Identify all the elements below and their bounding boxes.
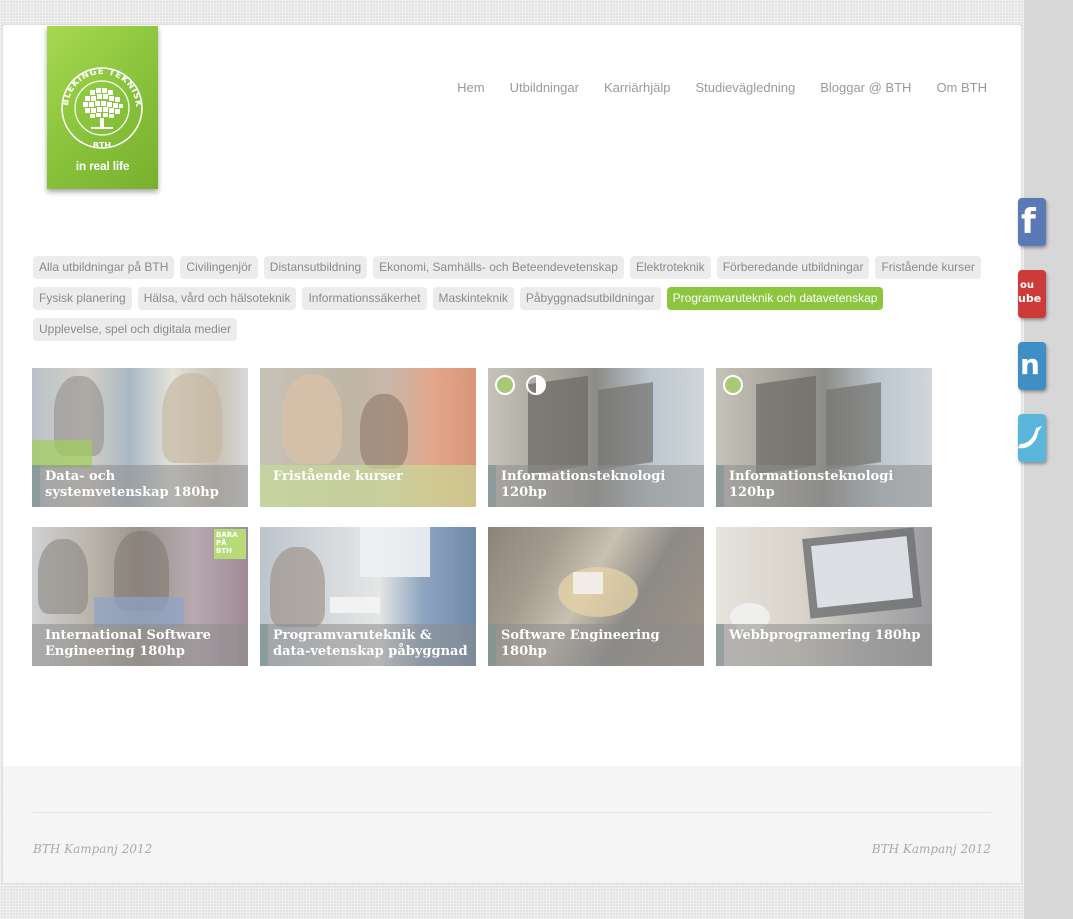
filter-tag-fristaende[interactable]: Fristående kurser <box>875 256 981 279</box>
nav-bloggar[interactable]: Bloggar @ BTH <box>820 80 911 95</box>
program-title: International Software Engineering 180hp <box>32 624 248 666</box>
nav-utbildningar[interactable]: Utbildningar <box>510 80 579 95</box>
footer-left-text: BTH Kampanj 2012 <box>33 842 153 856</box>
person-shape <box>282 374 342 464</box>
filter-tags: Alla utbildningar på BTH Civilingenjör D… <box>33 256 1013 349</box>
facebook-icon[interactable]: f <box>1018 198 1046 246</box>
bara-pa-bth-badge: BARA PÅ BTH <box>214 529 246 559</box>
filter-tag-upplevelse[interactable]: Upplevelse, spel och digitala medier <box>33 318 238 341</box>
monitor-shape <box>598 382 653 470</box>
svg-text:BLEKINGE TEKNISKA HÖGSKOLA: BLEKINGE TEKNISKA HÖGSKOLA <box>47 26 143 108</box>
program-title: Informationsteknologi 120hp <box>716 465 932 507</box>
program-title: Informationsteknologi 120hp <box>488 465 704 507</box>
monitor-shape <box>756 375 816 475</box>
nav-studievagledning[interactable]: Studievägledning <box>695 80 795 95</box>
person-shape <box>162 373 222 463</box>
filter-tag-informationssakerhet[interactable]: Informationssäkerhet <box>302 287 427 310</box>
program-tile[interactable]: Data- och systemvetenskap 180hp <box>32 368 248 507</box>
program-title: Software Engineering 180hp <box>488 624 704 666</box>
program-tile[interactable]: Fristående kurser <box>260 368 476 507</box>
program-tile[interactable]: Webbprogramering 180hp <box>716 527 932 666</box>
laptop-shape <box>94 597 184 627</box>
program-title: Fristående kurser <box>260 465 476 507</box>
program-tile[interactable]: Software Engineering 180hp <box>488 527 704 666</box>
filter-tag-civilingenjor[interactable]: Civilingenjör <box>180 256 258 279</box>
twitter-icon[interactable] <box>1018 414 1046 462</box>
main-nav: Hem Utbildningar Karriärhjälp Studievägl… <box>432 80 987 95</box>
filter-tag-maskinteknik[interactable]: Maskinteknik <box>432 287 514 310</box>
program-tile[interactable]: Programvaruteknik & data-vetenskap påbyg… <box>260 527 476 666</box>
logo-ring-text: BLEKINGE TEKNISKA HÖGSKOLA <box>47 26 142 108</box>
logo-abbr: BTH <box>93 141 111 150</box>
distance-badge-icon <box>495 375 515 395</box>
nav-hem[interactable]: Hem <box>457 80 484 95</box>
keyboard-shape <box>330 597 380 613</box>
monitor-shape <box>360 527 430 577</box>
filter-tag-alla[interactable]: Alla utbildningar på BTH <box>33 256 175 279</box>
footer-right-text: BTH Kampanj 2012 <box>871 842 991 856</box>
distance-badge-icon <box>723 375 743 395</box>
filter-tag-pabyggnad[interactable]: Påbyggnadsutbildningar <box>519 287 661 310</box>
footer-divider <box>33 812 991 813</box>
logo-tagline: in real life <box>75 159 130 173</box>
filter-tag-fysisk-planering[interactable]: Fysisk planering <box>33 287 132 310</box>
half-time-badge-icon <box>526 375 546 395</box>
program-tile[interactable]: BARA PÅ BTH International Software Engin… <box>32 527 248 666</box>
youtube-icon[interactable]: ou ube <box>1018 270 1046 318</box>
program-title: Programvaruteknik & data-vetenskap påbyg… <box>260 624 476 666</box>
page-container: BLEKINGE TEKNISKA HÖGSKOLA BTH in real l… <box>2 24 1022 884</box>
filter-tag-forberedande[interactable]: Förberedande utbildningar <box>716 256 870 279</box>
nav-om-bth[interactable]: Om BTH <box>936 80 987 95</box>
program-tile[interactable]: Informationsteknologi 120hp <box>488 368 704 507</box>
filter-tag-halsa[interactable]: Hälsa, vård och hälsoteknik <box>137 287 297 310</box>
bth-logo[interactable]: BLEKINGE TEKNISKA HÖGSKOLA BTH in real l… <box>47 26 158 189</box>
filter-tag-distans[interactable]: Distansutbildning <box>263 256 368 279</box>
person-shape <box>270 547 325 627</box>
tablet-screen-shape <box>811 536 913 608</box>
book-shape <box>573 572 603 594</box>
tree-seal-icon: BLEKINGE TEKNISKA HÖGSKOLA BTH <box>47 26 143 150</box>
footer: BTH Kampanj 2012 BTH Kampanj 2012 <box>3 766 1021 883</box>
person-shape <box>360 394 408 469</box>
program-tile[interactable]: Informationsteknologi 120hp <box>716 368 932 507</box>
filter-tag-elektroteknik[interactable]: Elektroteknik <box>629 256 711 279</box>
twitter-bird-icon <box>1018 426 1042 449</box>
linkedin-icon[interactable]: n <box>1018 342 1046 390</box>
filter-tag-ekonomi[interactable]: Ekonomi, Samhälls- och Beteendevetenskap <box>373 256 624 279</box>
filter-tag-programvaruteknik[interactable]: Programvaruteknik och datavetenskap <box>666 287 884 310</box>
nav-karriarhjalp[interactable]: Karriärhjälp <box>604 80 670 95</box>
chair-shape <box>32 440 92 468</box>
program-title: Data- och systemvetenskap 180hp <box>32 465 248 507</box>
monitor-shape <box>826 382 881 470</box>
program-title: Webbprogramering 180hp <box>716 624 932 666</box>
person-shape <box>38 539 88 614</box>
